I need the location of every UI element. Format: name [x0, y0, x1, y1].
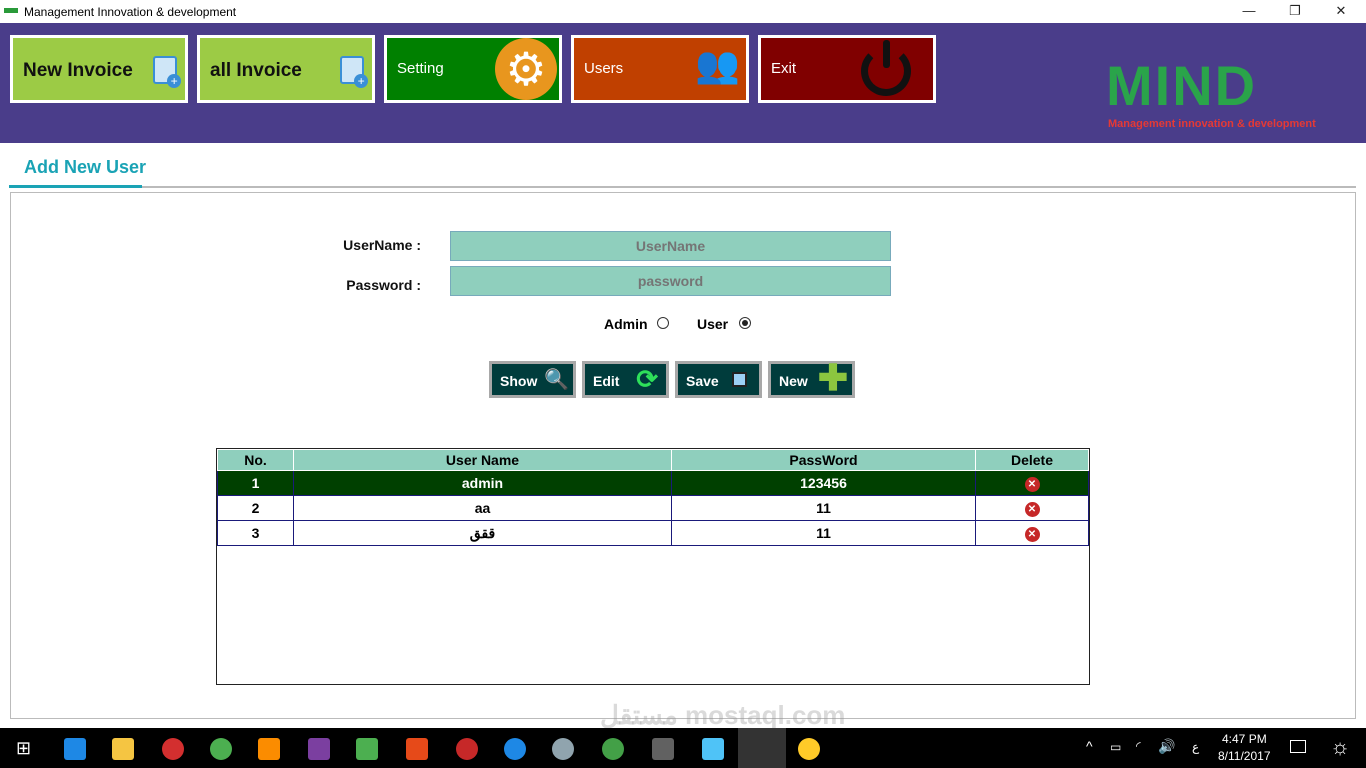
exit-button[interactable]: Exit [758, 35, 936, 103]
exit-label: Exit [771, 60, 797, 77]
file-explorer-icon[interactable] [112, 738, 134, 760]
visual-studio-icon[interactable] [308, 738, 330, 760]
clock-time[interactable]: 4:47 PM [1222, 732, 1267, 746]
power-icon-bar [883, 40, 890, 68]
chrome-icon[interactable] [210, 738, 232, 760]
save-label: Save [686, 373, 719, 389]
battery-icon[interactable]: ▭ [1110, 740, 1121, 754]
cell-delete[interactable]: ✕ [975, 495, 1089, 521]
column-header-delete[interactable]: Delete [975, 449, 1089, 471]
cell-no[interactable]: 1 [217, 470, 294, 496]
cell-user-name[interactable]: aa [293, 495, 672, 521]
username-label: UserName : [343, 237, 421, 253]
save-button[interactable]: Save [675, 361, 762, 398]
cell-no[interactable]: 2 [217, 495, 294, 521]
user-label: User [697, 316, 729, 332]
users-button[interactable]: Users 👥 [571, 35, 749, 103]
cell-password[interactable]: 11 [671, 520, 976, 546]
logo-tagline: Management innovation & development [1108, 118, 1316, 130]
xampp-icon[interactable] [258, 738, 280, 760]
app-icon [4, 8, 18, 13]
brightness-icon[interactable]: ☼ [1330, 734, 1350, 760]
camtasia-icon[interactable] [356, 738, 378, 760]
password-label: Password : [346, 277, 421, 293]
edge-icon[interactable] [64, 738, 86, 760]
table-row[interactable]: 1 admin 123456 ✕ [217, 470, 1089, 496]
all-invoice-label: all Invoice [210, 60, 302, 81]
plus-icon: ✚ [817, 357, 848, 398]
setting-button[interactable]: Setting ⚙ [384, 35, 562, 103]
gear-icon: ⚙ [495, 38, 557, 100]
delete-icon[interactable]: ✕ [1024, 502, 1040, 517]
title-bar: Management Innovation & development — ❐ … [0, 0, 1366, 23]
setting-label: Setting [397, 60, 444, 77]
whatsapp-icon[interactable] [602, 738, 624, 760]
edit-button[interactable]: Edit ⟳ [582, 361, 669, 398]
users-icon: 👥 [695, 44, 740, 85]
mind-app-taskbar-button[interactable] [738, 728, 786, 768]
cell-password[interactable]: 11 [671, 495, 976, 521]
new-label: New [779, 373, 808, 389]
window-title: Management Innovation & development [24, 5, 237, 19]
username-input[interactable] [450, 231, 891, 261]
search-icon: 🔍 [544, 369, 569, 391]
cell-user-name[interactable]: ققق [293, 520, 672, 546]
paint-icon[interactable] [798, 738, 820, 760]
notes-icon[interactable] [702, 738, 724, 760]
cell-no[interactable]: 3 [217, 520, 294, 546]
column-header-user-name[interactable]: User Name [293, 449, 672, 471]
cell-delete[interactable]: ✕ [975, 470, 1089, 496]
tools-icon[interactable] [652, 738, 674, 760]
show-label: Show [500, 373, 538, 389]
all-invoice-button[interactable]: all Invoice [197, 35, 375, 103]
close-button[interactable]: ✕ [1318, 0, 1364, 22]
volume-icon[interactable]: 🔊 [1158, 738, 1175, 755]
mind-logo: MIND Management innovation & development [1106, 55, 1344, 135]
cell-delete[interactable]: ✕ [975, 520, 1089, 546]
admin-radio[interactable] [657, 317, 669, 329]
show-button[interactable]: Show 🔍 [489, 361, 576, 398]
logo-text: MIND [1106, 54, 1258, 117]
password-input[interactable] [450, 266, 891, 296]
header: New Invoice all Invoice Setting ⚙ Users … [0, 23, 1366, 143]
cell-password[interactable]: 123456 [671, 470, 976, 496]
action-center-icon[interactable] [1290, 740, 1306, 753]
refresh-icon: ⟳ [636, 364, 658, 394]
taskbar: ⊞ ^ ▭ ◜ 🔊 ع 4:47 PM 8/11/2017 ☼ [0, 728, 1366, 768]
column-header-password[interactable]: PassWord [671, 449, 976, 471]
tab-add-new-user[interactable]: Add New User [24, 157, 146, 178]
chevron-up-icon[interactable]: ^ [1086, 738, 1093, 754]
new-invoice-label: New Invoice [23, 60, 133, 81]
divider [142, 186, 1356, 188]
delete-icon[interactable]: ✕ [1024, 477, 1040, 492]
new-button[interactable]: New ✚ [768, 357, 855, 398]
clock-date[interactable]: 8/11/2017 [1218, 749, 1271, 763]
invoice-icon [340, 56, 368, 88]
watermark: مستقل mostaql.com [600, 700, 846, 730]
users-grid: No. User Name PassWord Delete 1 admin 1234… [216, 448, 1090, 685]
windows-start-icon[interactable]: ⊞ [16, 738, 31, 759]
wifi-icon[interactable]: ◜ [1136, 739, 1141, 753]
delete-icon[interactable]: ✕ [1024, 527, 1040, 542]
floppy-disk-icon [732, 372, 747, 387]
downloader-icon[interactable] [456, 738, 478, 760]
minimize-button[interactable]: — [1226, 0, 1272, 22]
acrobat-icon[interactable] [406, 738, 428, 760]
table-row[interactable]: 3 ققق 11 ✕ [217, 520, 1089, 546]
edit-label: Edit [593, 373, 620, 389]
column-header-no[interactable]: No. [217, 449, 294, 471]
tab-underline [9, 185, 142, 188]
restore-button[interactable]: ❐ [1272, 0, 1318, 22]
invoice-icon [153, 56, 181, 88]
cell-user-name[interactable]: admin [293, 470, 672, 496]
new-invoice-button[interactable]: New Invoice [10, 35, 188, 103]
language-indicator[interactable]: ع [1192, 740, 1199, 754]
users-label: Users [584, 60, 624, 77]
opera-icon[interactable] [162, 738, 184, 760]
teamviewer-icon[interactable] [504, 738, 526, 760]
table-row[interactable]: 2 aa 11 ✕ [217, 495, 1089, 521]
user-radio[interactable] [739, 317, 751, 329]
admin-label: Admin [604, 316, 648, 332]
settings-app-icon[interactable] [552, 738, 574, 760]
